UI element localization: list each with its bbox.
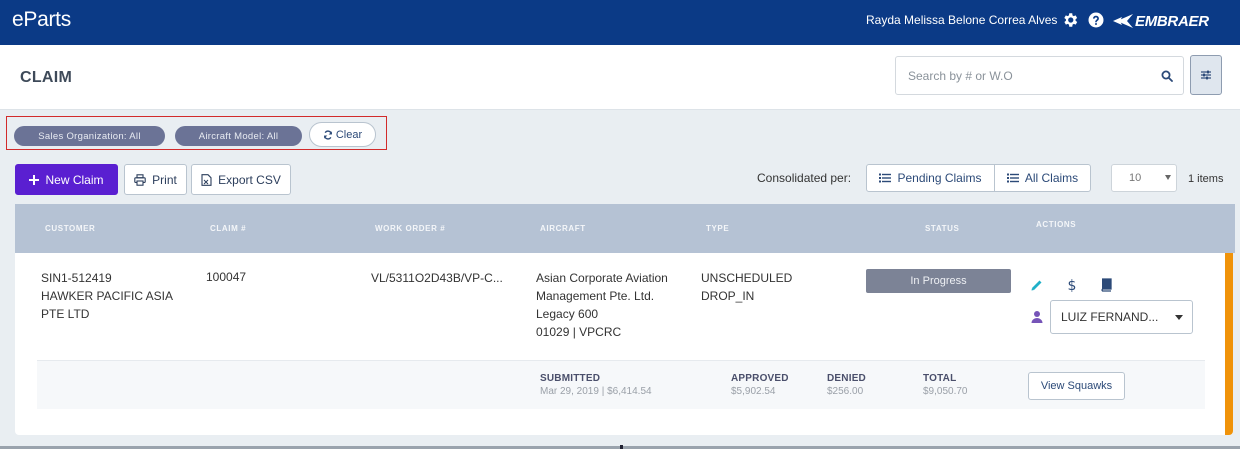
print-label: Print (152, 172, 177, 187)
page-size-value: 10 (1129, 172, 1142, 184)
brand-logo: EMBRAER (1113, 11, 1209, 31)
clear-filters-label: Clear (335, 128, 363, 141)
caret-down-icon (1175, 315, 1183, 320)
column-header-work-order[interactable]: WORK ORDER # (375, 224, 445, 233)
file-csv-icon (201, 173, 212, 186)
pending-claims-label: Pending Claims (897, 171, 982, 185)
claim-type-cell: UNSCHEDULED DROP_IN (701, 269, 792, 305)
submitted-label: SUBMITTED (540, 373, 601, 384)
assignee-select[interactable]: LUIZ FERNAND... (1050, 300, 1193, 334)
sliders-icon (1201, 70, 1211, 80)
column-header-actions: ACTIONS (1036, 220, 1077, 229)
new-claim-label: New Claim (45, 172, 104, 187)
column-header-claim-number[interactable]: CLAIM # (210, 224, 246, 233)
active-filters: Sales Organization: All Aircraft Model: … (6, 116, 387, 150)
table-header: CUSTOMER CLAIM # WORK ORDER # AIRCRAFT T… (15, 204, 1235, 253)
pencil-icon[interactable] (1030, 278, 1044, 292)
aircraft-serial: 01029 | VPCRC (536, 325, 622, 339)
total-label: TOTAL (923, 373, 957, 384)
column-header-aircraft[interactable]: AIRCRAFT (540, 224, 586, 233)
printer-icon (134, 173, 146, 186)
column-header-status[interactable]: STATUS (925, 224, 959, 233)
view-squawks-button[interactable]: View Squawks (1028, 372, 1125, 400)
table-row[interactable]: SIN1-512419 HAWKER PACIFIC ASIA PTE LTD … (15, 253, 1233, 435)
status-badge: In Progress (866, 269, 1011, 293)
all-claims-label: All Claims (1024, 171, 1079, 185)
svg-text:$: $ (1068, 278, 1077, 292)
dollar-icon[interactable]: $ (1065, 278, 1079, 292)
page-size-select[interactable]: 10 (1111, 164, 1177, 192)
search-icon (1161, 70, 1173, 82)
aircraft-operator: Asian Corporate Aviation (536, 271, 668, 285)
all-claims-toggle[interactable]: All Claims (994, 164, 1091, 192)
export-csv-label: Export CSV (218, 172, 281, 187)
total-value: $9,050.70 (923, 386, 968, 397)
search-button[interactable] (1151, 56, 1184, 95)
item-count: 1 items (1188, 173, 1224, 185)
filter-chip-aircraft-model[interactable]: Aircraft Model: All (175, 126, 302, 146)
row-status-accent (1225, 253, 1233, 435)
claim-type: UNSCHEDULED (701, 271, 793, 285)
user-name[interactable]: Rayda Melissa Belone Correa Alves (866, 13, 1057, 27)
page-title: CLAIM (20, 69, 73, 86)
caret-down-icon (1165, 175, 1171, 180)
customer-name-continued: PTE LTD (41, 307, 90, 321)
top-bar: eParts Rayda Melissa Belone Correa Alves… (0, 0, 1240, 45)
app-logo[interactable]: eParts (12, 8, 71, 32)
denied-label: DENIED (827, 373, 866, 384)
filter-chip-sales-organization[interactable]: Sales Organization: All (14, 126, 165, 146)
plus-icon (29, 174, 40, 185)
new-claim-button[interactable]: New Claim (15, 164, 118, 195)
consolidated-label: Consolidated per: (757, 171, 852, 185)
export-csv-button[interactable]: Export CSV (191, 164, 291, 195)
claim-number[interactable]: 100047 (206, 268, 246, 286)
embraer-logo (1113, 14, 1133, 28)
customer-name: HAWKER PACIFIC ASIA (41, 289, 174, 303)
clear-filters-button[interactable]: Clear (309, 122, 376, 147)
search-input[interactable] (895, 56, 1152, 95)
claim-subtype: DROP_IN (701, 289, 755, 303)
denied-value: $256.00 (827, 386, 864, 397)
submitted-value: Mar 29, 2019 | $6,414.54 (540, 386, 652, 397)
aircraft-operator-continued: Management Pte. Ltd. (536, 289, 655, 303)
brand-name: EMBRAER (1135, 12, 1209, 30)
approved-label: APPROVED (731, 373, 789, 384)
assignee-value: LUIZ FERNAND... (1061, 310, 1159, 324)
refresh-icon (323, 129, 332, 140)
column-header-type[interactable]: TYPE (706, 224, 729, 233)
page-header: CLAIM (0, 45, 1240, 110)
list-icon (879, 173, 892, 183)
help-icon[interactable] (1087, 11, 1105, 29)
scroll-indicator (620, 445, 623, 449)
gear-icon[interactable] (1061, 11, 1079, 29)
work-order-number: VL/5311O2D43B/VP-C... (371, 271, 503, 285)
list-icon (1006, 173, 1019, 183)
claim-summary: SUBMITTED Mar 29, 2019 | $6,414.54 APPRO… (37, 360, 1205, 409)
filter-toggle-button[interactable] (1190, 55, 1222, 95)
customer-id: SIN1-512419 (41, 271, 112, 285)
pending-claims-toggle[interactable]: Pending Claims (866, 164, 995, 192)
aircraft-cell: Asian Corporate Aviation Management Pte.… (536, 269, 668, 341)
aircraft-model: Legacy 600 (536, 307, 599, 321)
column-header-customer[interactable]: CUSTOMER (45, 224, 95, 233)
customer-cell: SIN1-512419 HAWKER PACIFIC ASIA PTE LTD (41, 269, 173, 323)
book-icon[interactable] (1099, 278, 1113, 292)
print-button[interactable]: Print (124, 164, 187, 195)
approved-value: $5,902.54 (731, 386, 776, 397)
user-icon (1031, 311, 1043, 323)
